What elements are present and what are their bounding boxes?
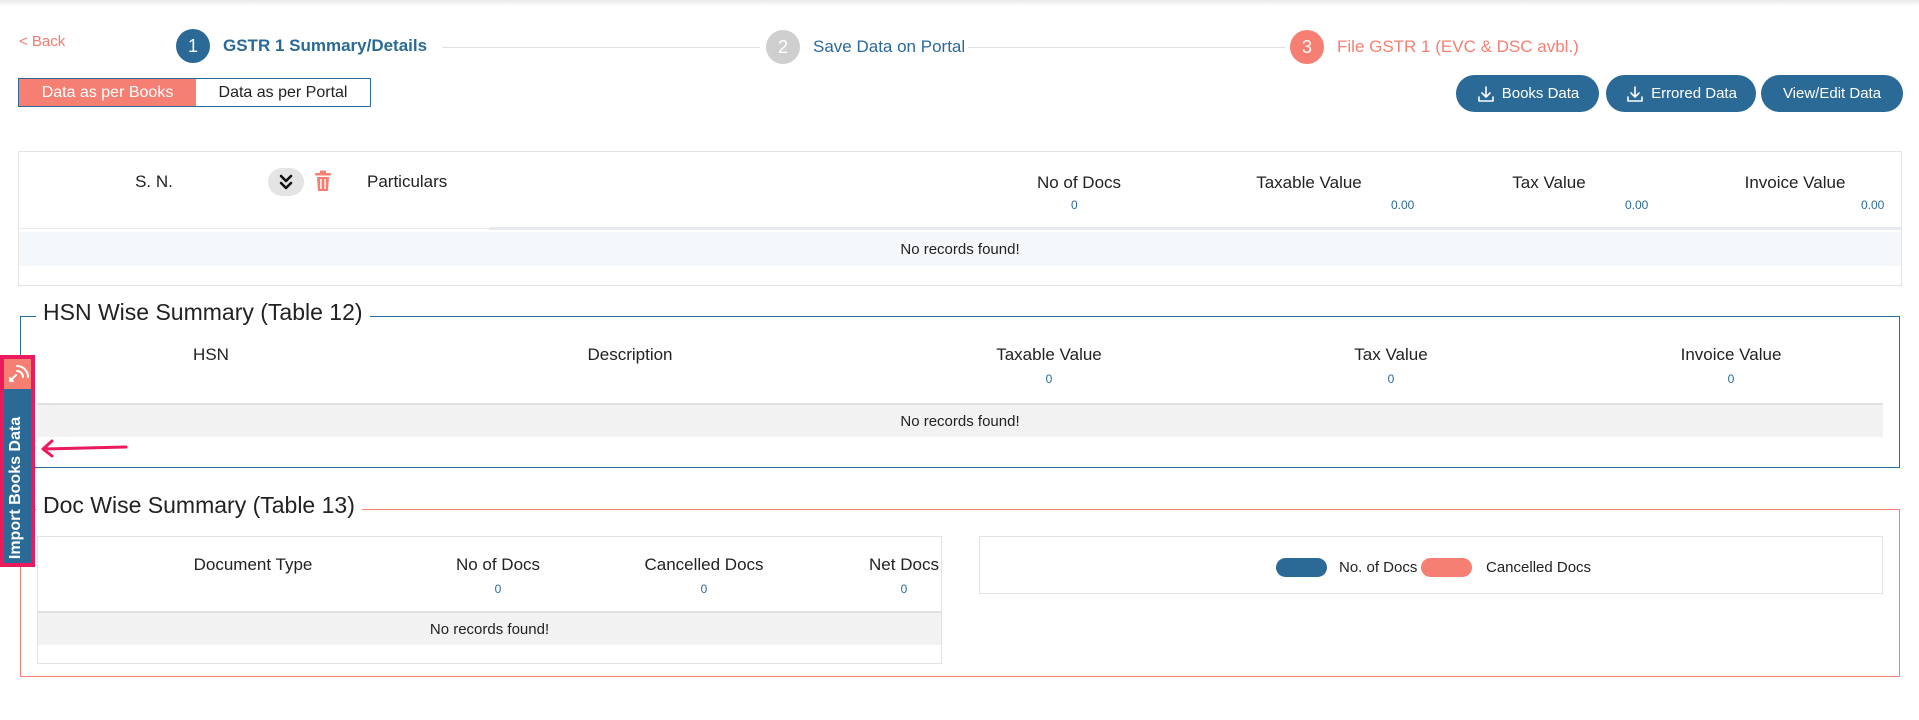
doc-empty-row: No records found! (38, 613, 941, 645)
step-1-label: GSTR 1 Summary/Details (223, 36, 428, 55)
doc-total-net-docs: 0 (900, 582, 908, 596)
view-edit-data-label: View/Edit Data (1782, 85, 1882, 102)
total-no-of-docs: 0 (1071, 198, 1078, 212)
import-books-data-label: Import Books Data (7, 416, 24, 560)
hsn-total-tax-value: 0 (1387, 372, 1395, 386)
step-2-number: 2 (766, 30, 800, 64)
hsn-summary-title: HSN Wise Summary (Table 12) (36, 299, 370, 326)
expand-all-button[interactable] (268, 168, 304, 196)
total-taxable-value: 0.00 (1391, 198, 1415, 212)
doc-chart-legend-card: No. of Docs Cancelled Docs (979, 536, 1883, 594)
hsn-total-invoice-value: 0 (1727, 372, 1735, 386)
errored-data-button[interactable]: Errored Data (1606, 75, 1756, 112)
col-hsn-invoice-value: Invoice Value (1680, 345, 1782, 364)
errored-data-label: Errored Data (1651, 85, 1737, 102)
step-3-number: 3 (1290, 30, 1324, 64)
total-tax-value: 0.00 (1625, 198, 1649, 212)
header-divider-left (19, 228, 489, 229)
col-hsn-taxable-value: Taxable Value (996, 345, 1102, 364)
summary-table: S. N. Particulars No of Docs 0 Taxable V… (18, 151, 1902, 286)
step-1[interactable]: 1 GSTR 1 Summary/Details (176, 29, 427, 63)
total-invoice-value: 0.00 (1861, 198, 1885, 212)
hsn-empty-row: No records found! (37, 405, 1883, 437)
download-icon (1477, 85, 1494, 102)
col-net-docs: Net Docs (869, 555, 939, 574)
data-source-toggle: Data as per Books Data as per Portal (18, 78, 371, 107)
books-data-button[interactable]: Books Data (1456, 75, 1599, 112)
download-icon (1627, 85, 1643, 102)
legend-cancelled-docs-swatch (1421, 558, 1472, 577)
col-tax-value: Tax Value (1512, 173, 1586, 192)
double-chevron-down-icon (279, 174, 293, 190)
toggle-books-data[interactable]: Data as per Books (19, 79, 196, 106)
back-link[interactable]: < Back (19, 33, 65, 50)
legend-cancelled-docs-label: Cancelled Docs (1486, 559, 1592, 576)
toggle-portal-data[interactable]: Data as per Portal (196, 79, 370, 106)
col-description: Description (587, 345, 673, 364)
col-taxable-value: Taxable Value (1256, 173, 1362, 192)
step-3-label: File GSTR 1 (EVC & DSC avbl.) (1337, 37, 1579, 56)
books-data-label: Books Data (1501, 85, 1580, 102)
step-3[interactable]: 3 File GSTR 1 (EVC & DSC avbl.) (1290, 30, 1579, 64)
col-doc-no-of-docs: No of Docs (455, 555, 541, 574)
doc-summary-section: Doc Wise Summary (Table 13) Document Typ… (20, 492, 1900, 677)
step-2[interactable]: 2 Save Data on Portal (766, 30, 965, 64)
step-2-label: Save Data on Portal (813, 37, 966, 56)
doc-summary-title: Doc Wise Summary (Table 13) (36, 492, 362, 519)
import-books-data-tab[interactable]: Import Books Data (0, 355, 35, 567)
col-particulars: Particulars (367, 172, 448, 191)
view-edit-data-button[interactable]: View/Edit Data (1761, 75, 1903, 112)
legend-no-of-docs-swatch (1276, 558, 1327, 577)
step-connector-2 (968, 47, 1286, 48)
doc-summary-table: Document Type No of Docs 0 Cancelled Doc… (37, 536, 942, 664)
header-divider (489, 227, 1901, 230)
step-1-number: 1 (176, 29, 210, 63)
col-document-type: Document Type (193, 555, 313, 574)
col-no-of-docs: No of Docs (1036, 173, 1122, 192)
top-shadow (0, 0, 1919, 6)
doc-total-cancelled-docs: 0 (700, 582, 708, 596)
hsn-total-taxable-value: 0 (1045, 372, 1053, 386)
pointer-arrow-icon (41, 439, 128, 458)
step-connector-1 (442, 47, 760, 48)
col-invoice-value: Invoice Value (1744, 173, 1846, 192)
legend-no-of-docs-label: No. of Docs (1339, 559, 1418, 576)
col-cancelled-docs: Cancelled Docs (644, 555, 764, 574)
col-hsn-tax-value: Tax Value (1354, 345, 1428, 364)
doc-total-no-of-docs: 0 (494, 582, 502, 596)
import-icon (4, 359, 31, 389)
trash-icon[interactable] (313, 170, 333, 192)
hsn-summary-section: HSN Wise Summary (Table 12) HSN Descript… (20, 299, 1900, 468)
summary-empty-row: No records found! (19, 232, 1901, 266)
col-sn: S. N. (135, 172, 173, 191)
col-hsn: HSN (193, 345, 229, 364)
